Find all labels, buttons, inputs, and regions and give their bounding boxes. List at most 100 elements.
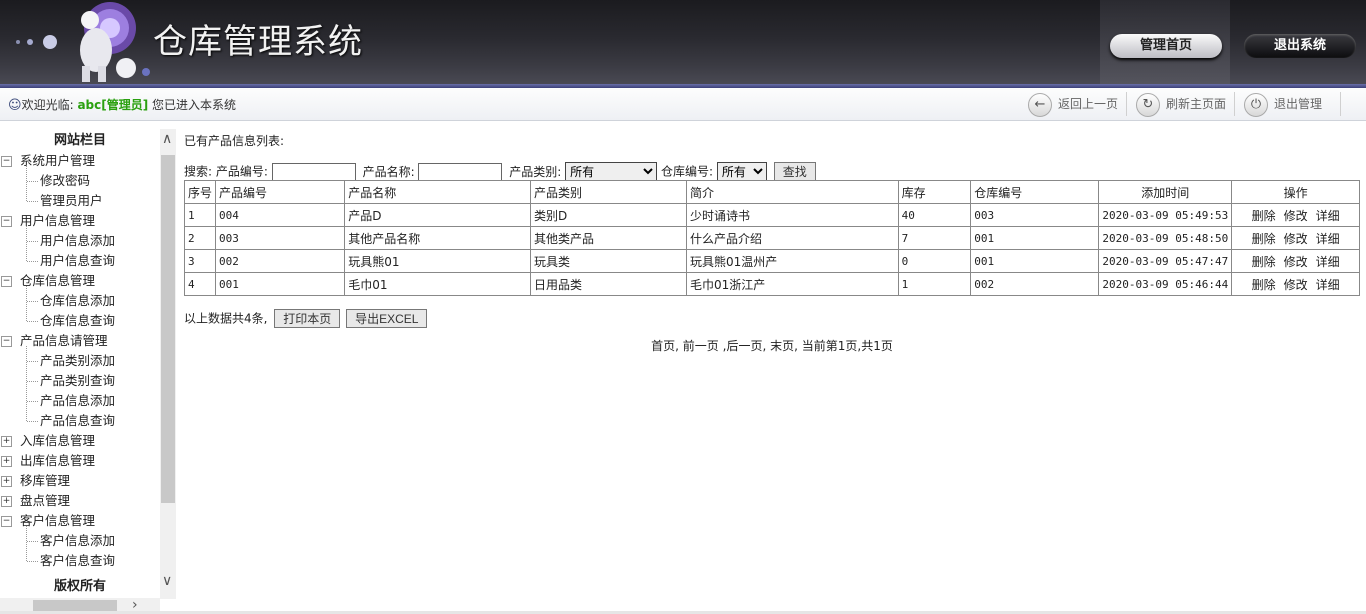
category-select[interactable]: 所有: [565, 162, 658, 181]
warehouse-select[interactable]: 所有: [716, 162, 767, 181]
cell-time: 2020-03-09 05:48:50: [1098, 226, 1233, 250]
tree-line: [26, 166, 27, 201]
collapse-icon[interactable]: −: [1, 336, 12, 347]
scroll-up-icon[interactable]: ∧: [162, 131, 172, 147]
cell-intro: 少时诵诗书: [685, 203, 899, 227]
first-page-link[interactable]: 首页,: [651, 339, 679, 353]
warehouse-label: 仓库编号:: [660, 164, 714, 179]
sidebar-item[interactable]: 产品信息添加: [40, 391, 115, 411]
sidebar-item[interactable]: 仓库信息添加: [40, 291, 115, 311]
sidebar-group[interactable]: 盘点管理: [20, 491, 70, 511]
back-button[interactable]: ← 返回上一页: [1028, 91, 1118, 117]
tree-line: [27, 321, 38, 322]
scrollbar-thumb[interactable]: [161, 155, 175, 503]
cell-name: 产品D: [344, 203, 531, 227]
admin-home-button[interactable]: 管理首页: [1110, 34, 1222, 58]
print-page-button[interactable]: 打印本页: [274, 309, 341, 328]
welcome-message: ☺欢迎光临: abc[管理员] 您已进入本系统: [8, 96, 236, 113]
cell-actions: 删除 修改 详细: [1231, 226, 1360, 250]
column-header: 产品编号: [215, 180, 346, 204]
tree-line: [27, 561, 38, 562]
cell-idx: 4: [183, 272, 217, 296]
expand-icon[interactable]: +: [1, 436, 12, 447]
sidebar-group[interactable]: 用户信息管理: [20, 211, 95, 231]
cell-actions: 删除 修改 详细: [1231, 203, 1360, 227]
tree-line: [27, 201, 38, 202]
collapse-icon[interactable]: −: [1, 216, 12, 227]
table-footer: 以上数据共4条, 打印本页 导出EXCEL: [184, 308, 428, 329]
column-header: 库存: [897, 180, 972, 204]
search-button[interactable]: 查找: [773, 162, 816, 181]
detail-link[interactable]: 详细: [1316, 232, 1340, 246]
tree-line: [26, 226, 27, 261]
search-label: 搜索:: [184, 164, 213, 179]
collapse-icon[interactable]: −: [1, 276, 12, 287]
detail-link[interactable]: 详细: [1316, 255, 1340, 269]
category-label: 产品类别:: [509, 164, 562, 179]
product-table: 序号 产品编号 产品名称 产品类别 简介 库存 仓库编号 添加时间 操作 1 004 产品D 类别D 少…: [183, 180, 1360, 296]
table-row: 4 001 毛巾01 日用品类 毛巾01浙江产 1 002 2020-03-09 05:46:…: [183, 272, 1360, 296]
cell-warehouse: 002: [970, 272, 1100, 296]
sidebar-item[interactable]: 管理员用户: [40, 191, 103, 211]
sidebar-group[interactable]: 产品信息请管理: [20, 331, 108, 351]
logout-button[interactable]: ⏻ 退出管理: [1244, 91, 1322, 117]
detail-link[interactable]: 详细: [1316, 209, 1340, 223]
edit-link[interactable]: 修改: [1284, 232, 1308, 246]
prev-page-link[interactable]: 前一页: [683, 339, 719, 353]
exit-system-button[interactable]: 退出系统: [1244, 34, 1356, 58]
cell-actions: 删除 修改 详细: [1231, 249, 1360, 273]
sidebar-group[interactable]: 仓库信息管理: [20, 271, 95, 291]
detail-link[interactable]: 详细: [1316, 278, 1340, 292]
delete-link[interactable]: 删除: [1252, 255, 1276, 269]
tree-line: [26, 346, 27, 421]
edit-link[interactable]: 修改: [1284, 278, 1308, 292]
delete-link[interactable]: 删除: [1252, 232, 1276, 246]
expand-icon[interactable]: +: [1, 496, 12, 507]
sidebar-item[interactable]: 产品类别查询: [40, 371, 115, 391]
collapse-icon[interactable]: −: [1, 156, 12, 167]
divider: [1234, 92, 1235, 116]
logout-label: 退出管理: [1274, 97, 1323, 111]
logo-icon: [16, 2, 150, 82]
sidebar-group[interactable]: 入库信息管理: [20, 431, 95, 451]
sidebar-item[interactable]: 客户信息查询: [40, 551, 115, 571]
sidebar-group[interactable]: 客户信息管理: [20, 511, 95, 531]
delete-link[interactable]: 删除: [1252, 278, 1276, 292]
sidebar-item[interactable]: 客户信息添加: [40, 531, 115, 551]
sidebar-item[interactable]: 用户信息添加: [40, 231, 115, 251]
sidebar-vertical-scrollbar[interactable]: ∧ ∨: [160, 129, 176, 599]
cell-category: 类别D: [529, 203, 687, 227]
sidebar-group[interactable]: 系统用户管理: [20, 151, 95, 171]
tree-line: [26, 286, 27, 321]
expand-icon[interactable]: +: [1, 456, 12, 467]
export-excel-button[interactable]: 导出EXCEL: [346, 309, 428, 328]
product-no-input[interactable]: [271, 162, 356, 181]
edit-link[interactable]: 修改: [1284, 255, 1308, 269]
sidebar-item[interactable]: 用户信息查询: [40, 251, 115, 271]
sidebar-group[interactable]: 出库信息管理: [20, 451, 95, 471]
sidebar-item[interactable]: 修改密码: [40, 171, 90, 191]
last-page-link[interactable]: 末页,: [770, 339, 798, 353]
product-name-input[interactable]: [418, 162, 503, 181]
cell-actions: 删除 修改 详细: [1231, 272, 1360, 296]
cell-warehouse: 003: [970, 203, 1100, 227]
sidebar-item[interactable]: 产品类别添加: [40, 351, 115, 371]
welcome-bar: ☺欢迎光临: abc[管理员] 您已进入本系统 ← 返回上一页 ↻ 刷新主页面 ⏻ 退…: [0, 88, 1366, 121]
next-page-link[interactable]: ,后一页,: [723, 339, 767, 353]
refresh-button[interactable]: ↻ 刷新主页面: [1136, 91, 1226, 117]
sidebar-item[interactable]: 仓库信息查询: [40, 311, 115, 331]
refresh-label: 刷新主页面: [1166, 97, 1227, 111]
list-title: 已有产品信息列表:: [184, 134, 285, 148]
collapse-icon[interactable]: −: [1, 516, 12, 527]
cell-name: 其他产品名称: [344, 226, 531, 250]
expand-icon[interactable]: +: [1, 476, 12, 487]
product-name-label: 产品名称:: [362, 164, 415, 179]
sidebar-group[interactable]: 移库管理: [20, 471, 70, 491]
cell-warehouse: 001: [970, 249, 1100, 273]
edit-link[interactable]: 修改: [1284, 209, 1308, 223]
sidebar-item[interactable]: 产品信息查询: [40, 411, 115, 431]
delete-link[interactable]: 删除: [1252, 209, 1276, 223]
cell-intro: 毛巾01浙江产: [685, 272, 899, 296]
scroll-down-icon[interactable]: ∨: [162, 573, 172, 589]
cell-intro: 什么产品介绍: [685, 226, 899, 250]
